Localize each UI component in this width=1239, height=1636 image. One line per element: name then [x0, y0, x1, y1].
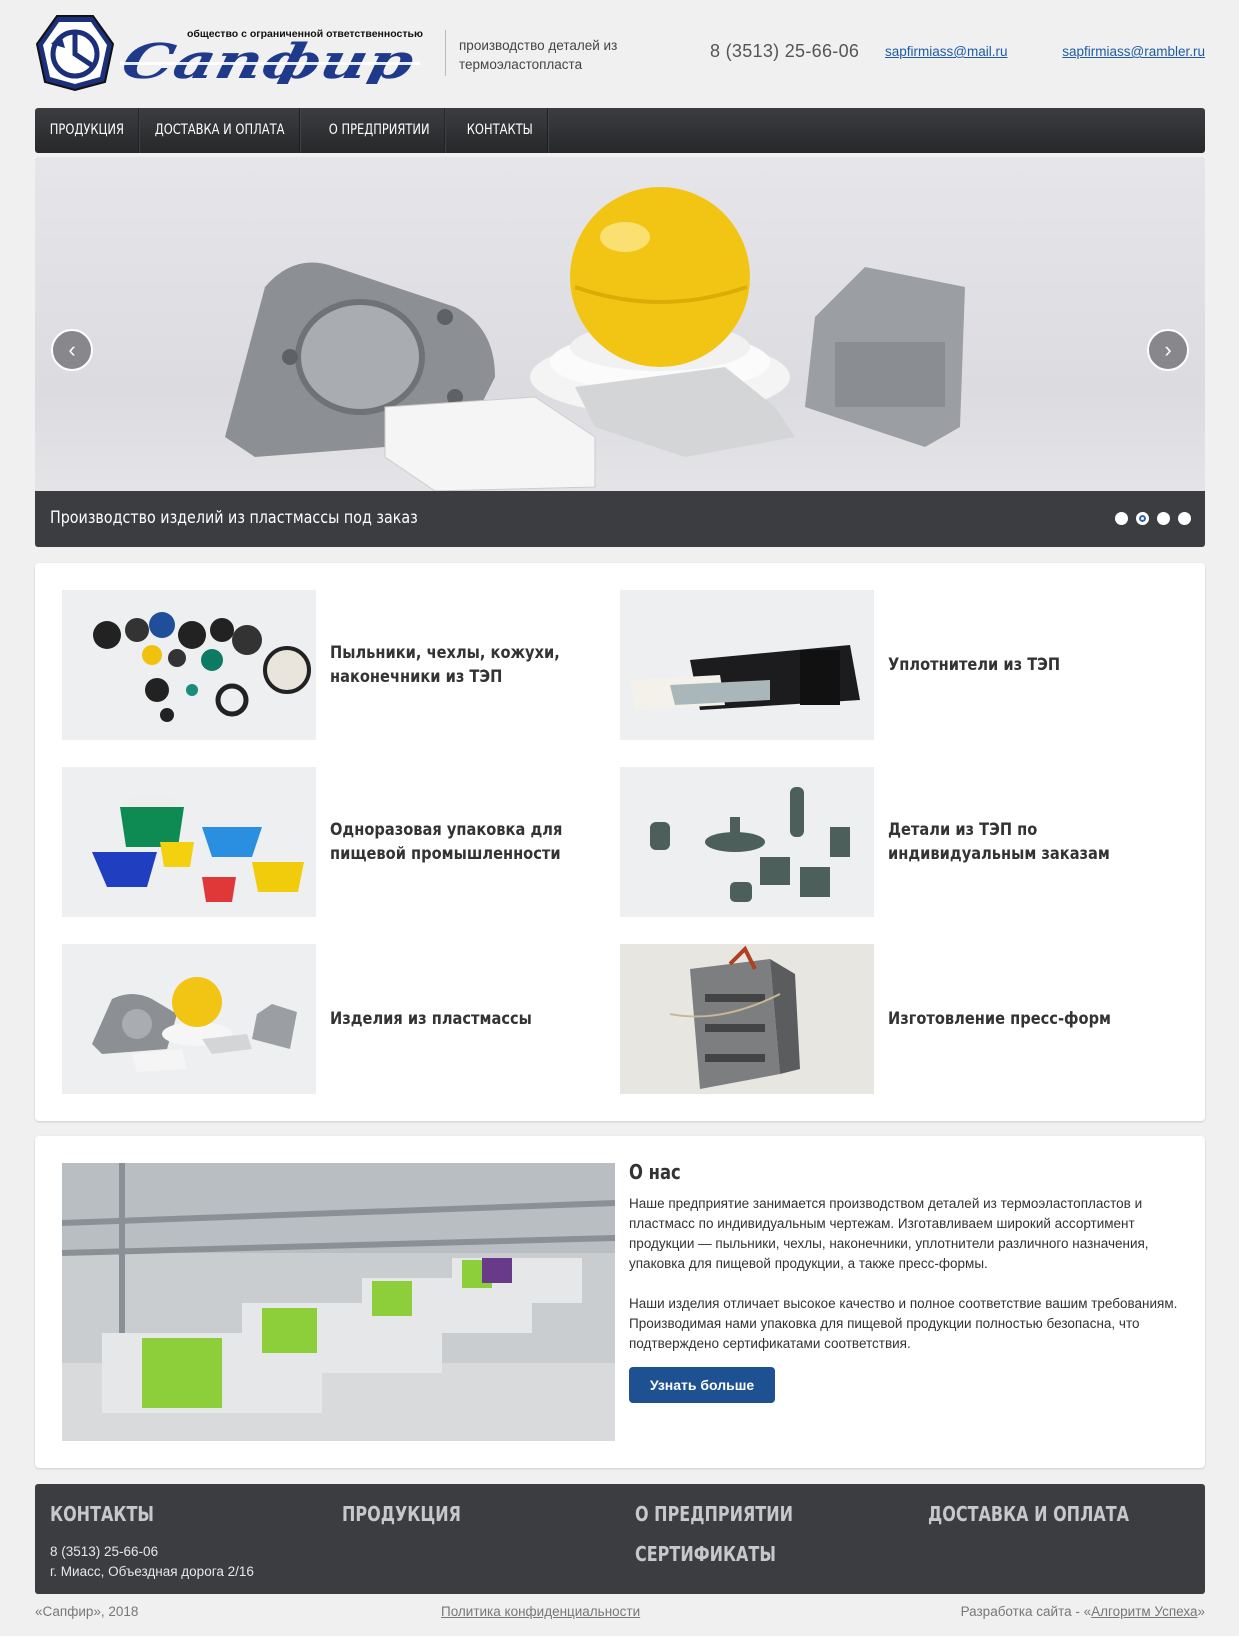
footer-delivery-link[interactable]: ДОСТАВКА И ОПЛАТА	[928, 1502, 1129, 1526]
dev-suffix: »	[1197, 1604, 1205, 1619]
factory-floor-icon	[62, 1163, 615, 1441]
product-title: Пыльники, чехлы, кожухи, наконечники из …	[330, 643, 560, 687]
product-card-packaging[interactable]: Одноразовая упаковка для пищевой промышл…	[62, 767, 602, 917]
copyright: «Сапфир», 2018	[35, 1604, 139, 1619]
rubber-boots-icon	[93, 612, 311, 722]
product-card-custom[interactable]: Детали из ТЭП по индивидуальным заказам	[620, 767, 1160, 917]
slider-dot-4[interactable]	[1178, 512, 1191, 525]
about-title: О нас	[629, 1160, 681, 1184]
bottom-bar: «Сапфир», 2018 Политика конфиденциальнос…	[35, 1604, 1205, 1624]
dev-prefix: Разработка сайта - «	[960, 1604, 1092, 1619]
privacy-policy-link[interactable]: Политика конфиденциальности	[441, 1604, 640, 1619]
product-card-boots[interactable]: Пыльники, чехлы, кожухи, наконечники из …	[62, 590, 602, 740]
nav-item-products[interactable]: ПРОДУКЦИЯ	[35, 108, 140, 153]
product-card-seals[interactable]: Уплотнители из ТЭП	[620, 590, 1160, 740]
product-image-custom	[620, 767, 874, 917]
product-image-plastic	[62, 944, 316, 1094]
footer-contacts-link[interactable]: КОНТАКТЫ	[50, 1502, 213, 1526]
product-image-packaging	[62, 767, 316, 917]
slider-prev-button[interactable]: ‹	[51, 329, 93, 371]
email-link-rambler[interactable]: sapfirmiass@rambler.ru	[1062, 44, 1205, 59]
slider-next-button[interactable]: ›	[1147, 329, 1189, 371]
sapphire-hex-icon	[35, 15, 115, 92]
footer-products-link[interactable]: ПРОДУКЦИЯ	[342, 1502, 461, 1526]
product-title: Детали из ТЭП по индивидуальным заказам	[888, 820, 1110, 864]
product-title: Изделия из пластмассы	[330, 1009, 532, 1029]
developer-credit: Разработка сайта - «Алгоритм Успеха»	[961, 1604, 1205, 1619]
slider-dots	[1115, 512, 1191, 525]
footer-certs-link[interactable]: СЕРТИФИКАТЫ	[635, 1542, 793, 1566]
product-image-boots	[62, 590, 316, 740]
custom-parts-icon	[650, 787, 850, 902]
about-panel: О нас Наше предприятие занимается произв…	[35, 1136, 1205, 1468]
footer-col-about: О ПРЕДПРИЯТИИ СЕРТИФИКАТЫ	[635, 1502, 833, 1582]
footer-col-products: ПРОДУКЦИЯ	[342, 1502, 491, 1542]
developer-link[interactable]: Алгоритм Успеха	[1091, 1604, 1197, 1619]
slider-dot-3[interactable]	[1157, 512, 1170, 525]
header-divider	[445, 30, 446, 76]
footer-address: г. Миасс, Объездная дорога 2/16	[50, 1564, 254, 1579]
hero-slider: ‹ › Производство изделий из пластмассы п…	[35, 157, 1205, 547]
nav-item-about[interactable]: О ПРЕДПРИЯТИИ	[314, 108, 445, 153]
product-title: Изготовление пресс-форм	[888, 1009, 1112, 1029]
nav-item-contacts[interactable]: КОНТАКТЫ	[452, 108, 548, 153]
about-paragraph-1: Наше предприятие занимается производство…	[629, 1196, 1149, 1271]
footer-phone: 8 (3513) 25-66-06	[50, 1544, 159, 1559]
food-packaging-icon	[92, 795, 304, 902]
press-mold-icon	[669, 945, 800, 1089]
site-header: общество с ограниченной ответственностью…	[35, 0, 1205, 108]
product-image-seals	[620, 590, 874, 740]
factory-photo	[62, 1163, 615, 1441]
product-title: Одноразовая упаковка для пищевой промышл…	[330, 820, 563, 864]
product-card-plastic[interactable]: Изделия из пластмассы	[62, 944, 602, 1094]
learn-more-button[interactable]: Узнать больше	[629, 1367, 775, 1403]
slide-image	[225, 187, 965, 491]
about-paragraph-2: Наши изделия отличает высокое качество и…	[629, 1296, 1178, 1351]
footer-col-delivery: ДОСТАВКА И ОПЛАТА	[928, 1502, 1179, 1542]
svg-text:Сапфир: Сапфир	[120, 38, 419, 84]
product-card-molds[interactable]: Изготовление пресс-форм	[620, 944, 1160, 1094]
site-footer: КОНТАКТЫ 8 (3513) 25-66-06 г. Миасс, Объ…	[35, 1484, 1205, 1594]
footer-col-contacts: КОНТАКТЫ 8 (3513) 25-66-06 г. Миасс, Объ…	[50, 1502, 254, 1582]
company-tagline: производство деталей из термоэластопласт…	[459, 38, 618, 72]
plastic-products-icon	[92, 977, 297, 1072]
header-phone[interactable]: 8 (3513) 25-66-06	[710, 41, 859, 62]
product-image-molds	[620, 944, 874, 1094]
slider-dot-1[interactable]	[1115, 512, 1128, 525]
products-panel: Пыльники, чехлы, кожухи, наконечники из …	[35, 563, 1205, 1121]
product-title: Уплотнители из ТЭП	[888, 655, 1061, 675]
email-link-mail[interactable]: sapfirmiass@mail.ru	[885, 44, 1007, 59]
slide-caption: Производство изделий из пластмассы под з…	[50, 508, 418, 528]
slider-dot-2[interactable]	[1136, 512, 1149, 525]
nav-item-delivery[interactable]: ДОСТАВКА И ОПЛАТА	[140, 108, 301, 153]
logo-wordmark: Сапфир	[120, 38, 420, 84]
footer-about-link[interactable]: О ПРЕДПРИЯТИИ	[635, 1502, 793, 1526]
main-nav: ПРОДУКЦИЯ ДОСТАВКА И ОПЛАТА О ПРЕДПРИЯТИ…	[35, 108, 1205, 153]
seal-profiles-icon	[630, 645, 860, 710]
company-logo[interactable]: общество с ограниченной ответственностью…	[35, 14, 435, 92]
slider-caption-bar: Производство изделий из пластмассы под з…	[35, 491, 1205, 547]
about-text: Наше предприятие занимается производство…	[629, 1194, 1179, 1374]
